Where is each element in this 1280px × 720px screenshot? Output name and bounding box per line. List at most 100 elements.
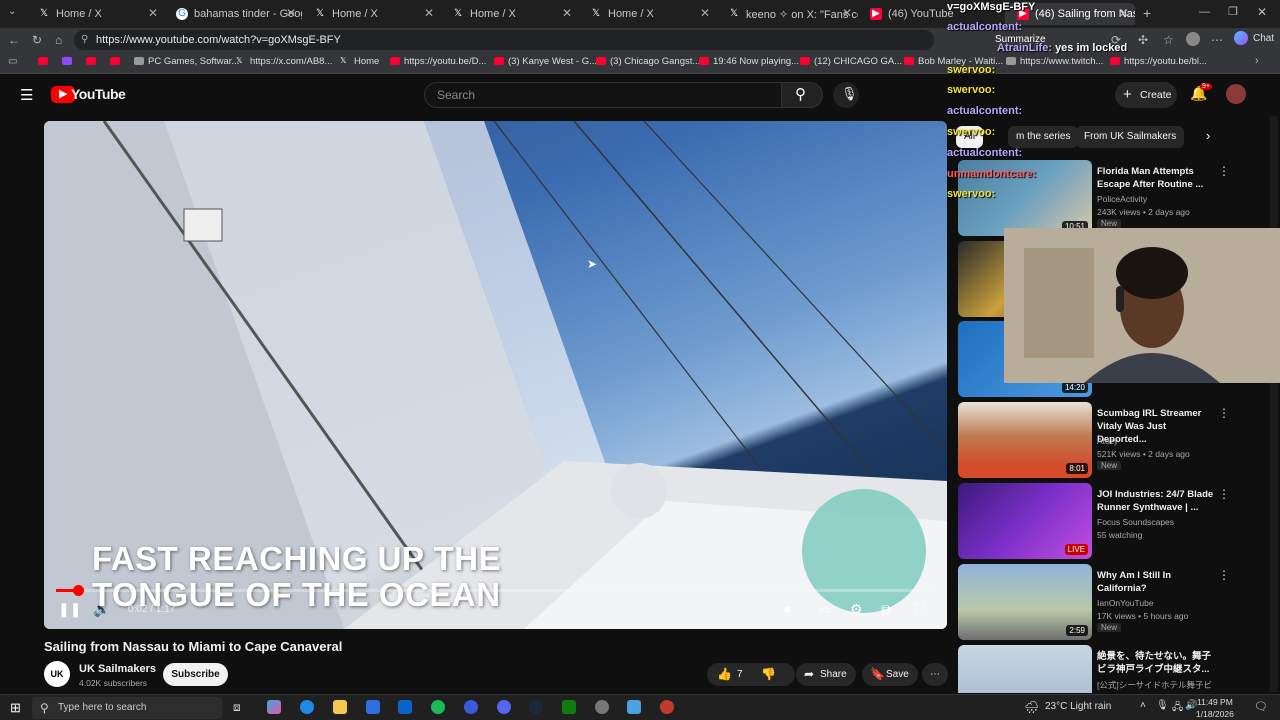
copilot-taskbar-icon[interactable] (267, 700, 281, 714)
notification-center-icon[interactable]: 🗨 (1254, 700, 1268, 713)
back-icon[interactable]: ← (8, 33, 20, 47)
minimize-icon[interactable]: — (1199, 6, 1210, 18)
close-tab-icon[interactable]: ✕ (700, 6, 710, 20)
rec-channel[interactable]: Focus Soundscapes (1097, 517, 1174, 527)
dislike-button-icon[interactable]: 👎 (761, 663, 776, 686)
home-icon[interactable]: ⌂ (55, 33, 62, 47)
browser-tab[interactable]: 𝕏 Home / X ✕ (26, 3, 164, 25)
browser-tab[interactable]: 𝕏 Home / X ✕ (440, 3, 578, 25)
profile-icon[interactable] (1186, 32, 1200, 46)
bookmarks-folder-icon[interactable]: ▭ (8, 56, 17, 67)
video-player[interactable]: FAST REACHING UP THE TONGUE OF THE OCEAN… (44, 121, 947, 629)
rec-title[interactable]: JOI Industries: 24/7 Blade Runner Synthw… (1097, 488, 1215, 514)
settings-gear-icon[interactable]: ⚙ (850, 601, 863, 618)
microphone-tray-icon[interactable]: 🎙 (1156, 700, 1169, 711)
url-field[interactable]: ⚲ https://www.youtube.com/watch?v=goXMsg… (74, 30, 934, 50)
recommendation-item[interactable]: LIVE JOI Industries: 24/7 Blade Runner S… (958, 483, 1230, 559)
progress-scrubber[interactable] (73, 585, 84, 596)
search-input[interactable]: Search (424, 82, 782, 108)
bookmark-item[interactable]: 𝕏https://x.com/AB8... (236, 56, 332, 67)
favorites-icon[interactable]: ☆ (1163, 33, 1174, 47)
video-thumbnail[interactable]: LIVE (958, 483, 1092, 559)
reload-icon[interactable]: ↻ (32, 33, 42, 47)
more-vertical-icon[interactable]: ⋮ (1218, 164, 1230, 178)
subtitles-icon[interactable]: ▭ (819, 602, 830, 616)
xbox-icon[interactable] (562, 700, 576, 714)
youtube-logo-text[interactable]: YouTube (71, 86, 126, 102)
close-tab-icon[interactable]: ✕ (562, 6, 572, 20)
rec-channel[interactable]: IanOnYouTube (1097, 598, 1154, 608)
video-progress-bar[interactable] (56, 585, 936, 596)
task-view-icon[interactable]: ⧈ (233, 700, 241, 715)
page-scrollbar[interactable] (1270, 116, 1278, 692)
copilot-icon[interactable] (1234, 31, 1248, 45)
recommendation-item[interactable]: 2:59 Why Am I Still In California? IanOn… (958, 564, 1230, 640)
video-thumbnail[interactable]: 2:59 (958, 564, 1092, 640)
menu-icon[interactable]: ⋯ (1211, 33, 1223, 47)
maximize-icon[interactable]: ❐ (1228, 5, 1238, 18)
chat-label[interactable]: Chat (1253, 33, 1274, 44)
discord-icon[interactable] (497, 700, 511, 714)
taskbar-search-input[interactable]: ⚲ Type here to search (32, 697, 222, 719)
account-avatar[interactable] (1226, 84, 1246, 104)
pause-icon[interactable]: ❚❚ (58, 601, 81, 618)
rec-title[interactable]: 絶景を、待たせない。舞子ビラ神戸ライブ中継スタ... (1097, 650, 1215, 676)
recommendation-item[interactable]: 絶景を、待たせない。舞子ビラ神戸ライブ中継スタ... [公式]シーサイドホテル舞… (958, 645, 1218, 693)
hamburger-menu-icon[interactable]: ☰ (20, 86, 33, 104)
bookmark-item[interactable]: (12) CHICAGO GA... (800, 56, 902, 67)
video-thumbnail[interactable] (958, 645, 1092, 693)
spotify-icon[interactable] (431, 700, 445, 714)
miniplayer-icon[interactable]: ⧉ (881, 601, 891, 618)
more-vertical-icon[interactable]: ⋮ (1218, 406, 1230, 420)
network-icon[interactable]: 🖧 (1172, 700, 1183, 717)
save-button[interactable]: 🔖 Save (862, 663, 918, 686)
more-vertical-icon[interactable]: ⋮ (1218, 568, 1230, 582)
browser-tab[interactable]: 𝕏 Home / X ✕ (302, 3, 440, 25)
close-window-icon[interactable]: ✕ (1257, 5, 1267, 19)
weather-text[interactable]: 23°C Light rain (1045, 701, 1111, 712)
share-button[interactable]: ➦ Share (796, 663, 856, 686)
rec-channel[interactable]: Atozy (1097, 436, 1118, 446)
browser-tab[interactable]: Gbahamas tinder - Google Se✕ (164, 3, 302, 25)
close-tab-icon[interactable]: ✕ (842, 6, 852, 20)
bookmark-item[interactable]: 𝕏 Home (340, 56, 379, 67)
recommendation-item[interactable]: 8:01 Scumbag IRL Streamer Vitaly Was Jus… (958, 402, 1230, 478)
store-icon[interactable] (366, 700, 380, 714)
chevron-right-icon[interactable]: › (1206, 128, 1210, 143)
voice-search-button[interactable]: 🎙 (833, 82, 859, 108)
windows-start-icon[interactable]: ⊞ (10, 700, 21, 716)
tab-list-icon[interactable]: ⌄ (8, 6, 16, 17)
fullscreen-icon[interactable]: ⛶ (914, 601, 924, 618)
browser-tab[interactable]: 𝕏 Home / X ✕ (578, 3, 716, 25)
obs-icon[interactable] (660, 700, 674, 714)
subscribe-button[interactable]: Subscribe (163, 663, 228, 686)
app-icon[interactable] (595, 700, 609, 714)
browser-tab[interactable]: 𝕏keeno ✧ on X: "Fans compa✕ (716, 3, 858, 25)
video-thumbnail[interactable]: 8:01 (958, 402, 1092, 478)
channel-name[interactable]: UK Sailmakers (79, 663, 156, 675)
autoplay-toggle-icon[interactable]: ⏺ (784, 602, 791, 618)
more-bookmarks-icon[interactable]: › (1255, 55, 1259, 67)
site-info-icon[interactable]: ⚲ (81, 30, 88, 50)
file-explorer-icon[interactable] (333, 700, 347, 714)
app-icon[interactable] (627, 700, 641, 714)
steam-icon[interactable] (529, 700, 543, 714)
edge-browser-icon[interactable] (300, 700, 314, 714)
like-button-icon[interactable]: 👍 (717, 663, 732, 686)
rec-channel[interactable]: [公式]シーサイドホテル舞子ビラ... (1097, 679, 1218, 693)
more-actions-button[interactable]: ⋯ (922, 663, 948, 686)
volume-icon[interactable]: 🔈 (93, 601, 110, 618)
more-vertical-icon[interactable]: ⋮ (1218, 487, 1230, 501)
show-hidden-icons-icon[interactable]: ˄ (1140, 700, 1146, 711)
media-app-icon[interactable] (464, 700, 478, 714)
bookmark-item[interactable]: PC Games, Softwar... (134, 56, 239, 67)
bookmark-item[interactable]: (3) Kanye West - G... (494, 56, 597, 67)
system-clock[interactable]: 11:49 PM 1/18/2026 (1196, 696, 1234, 720)
search-button[interactable]: ⚲ (781, 82, 823, 108)
rec-title[interactable]: Why Am I Still In California? (1097, 569, 1215, 595)
close-tab-icon[interactable]: ✕ (286, 6, 296, 20)
close-tab-icon[interactable]: ✕ (148, 6, 158, 20)
bookmark-item[interactable]: 19:46 Now playing... (699, 56, 799, 67)
close-tab-icon[interactable]: ✕ (424, 6, 434, 20)
channel-avatar[interactable]: UK (44, 661, 70, 687)
